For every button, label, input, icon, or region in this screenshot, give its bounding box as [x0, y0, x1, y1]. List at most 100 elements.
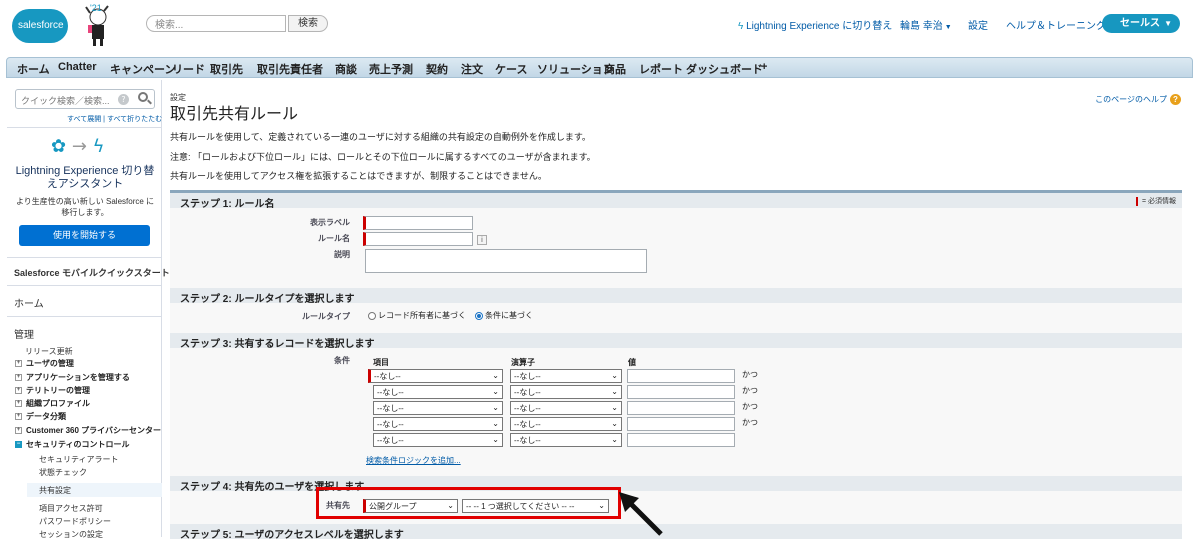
expand-collapse-links[interactable]: すべて展開 | すべて折りたたむ	[67, 114, 162, 124]
search-icon[interactable]	[138, 92, 148, 102]
criteria-value-input[interactable]	[627, 433, 735, 447]
rule-type-criteria-radio[interactable]: 条件に基づく	[475, 310, 533, 321]
salesforce-logo[interactable]: salesforce '21	[12, 3, 112, 47]
sidebar-home-link[interactable]: ホーム	[14, 295, 44, 310]
sidebar-sub-session-settings[interactable]: セッションの設定	[39, 529, 103, 540]
tab-contracts[interactable]: 契約	[426, 61, 448, 77]
lightning-switch-label: Lightning Experience に切り替え	[746, 21, 893, 32]
tab-bar: ホーム Chatter キャンペーン リード 取引先 取引先責任者 商談 売上予…	[6, 57, 1193, 78]
rule-name-input[interactable]	[363, 232, 473, 246]
release-update-link[interactable]: リリース更新	[25, 346, 73, 357]
app-menu-button[interactable]: セールス ▼	[1102, 14, 1180, 33]
step1-header: ステップ 1: ルール名 = 必須情報	[170, 193, 1182, 210]
info-icon[interactable]: i	[477, 235, 487, 245]
tab-leads[interactable]: リード	[172, 61, 205, 77]
tab-contacts[interactable]: 取引先責任者	[257, 61, 323, 77]
sidebar-item-users[interactable]: + ユーザの管理	[15, 358, 74, 369]
criteria-field-select[interactable]: --なし-- ⌄	[368, 369, 503, 383]
help-training-link[interactable]: ヘルプ＆トレーニング	[1006, 17, 1106, 32]
user-menu[interactable]: 輪島 幸治 ▼	[900, 17, 952, 32]
sidebar-sub-password-policies[interactable]: パスワードポリシー	[39, 516, 111, 527]
description-label: 説明	[334, 250, 350, 259]
and-label: かつ	[742, 418, 758, 427]
sidebar-item-data-classification[interactable]: + データ分類	[15, 411, 66, 422]
required-legend-text: = 必須情報	[1141, 198, 1176, 205]
criteria-operator-select[interactable]: --なし-- ⌄	[510, 433, 622, 447]
criteria-value-input[interactable]	[627, 369, 735, 383]
collapse-icon: −	[15, 441, 22, 449]
criteria-label: 条件	[334, 356, 350, 365]
criteria-operator-select[interactable]: --なし-- ⌄	[510, 385, 622, 399]
divider	[7, 285, 162, 286]
divider	[7, 316, 162, 317]
select-value: --なし--	[377, 420, 404, 429]
sidebar-sub-sharing-settings[interactable]: 共有設定	[39, 485, 71, 496]
sidebar-sub-health-check[interactable]: 状態チェック	[39, 467, 87, 478]
setup-link[interactable]: 設定	[968, 17, 988, 32]
search-button[interactable]: 検索	[288, 15, 328, 32]
rule-type-owner-radio[interactable]: レコード所有者に基づく	[368, 310, 466, 321]
sidebar-item-label: セキュリティのコントロール	[26, 440, 130, 449]
description-line: 共有ルールを使用して、定義されている一連のユーザに対する組織の共有設定の自動例外…	[170, 132, 591, 142]
divider	[7, 127, 162, 128]
chevron-down-icon: ▼	[1164, 19, 1172, 28]
get-started-button[interactable]: 使用を開始する	[19, 225, 150, 246]
lightning-switch-link[interactable]: ϟ Lightning Experience に切り替え	[738, 17, 892, 32]
tab-reports[interactable]: レポート	[639, 61, 683, 77]
sidebar-sub-security-alerts[interactable]: セキュリティアラート	[39, 454, 119, 465]
user-name: 輪島 幸治	[900, 21, 943, 32]
criteria-field-select[interactable]: --なし-- ⌄	[373, 433, 503, 447]
tab-orders[interactable]: 注文	[461, 61, 483, 77]
sidebar-item-org-profile[interactable]: + 組織プロファイル	[15, 398, 90, 409]
operator-column-header: 演算子	[511, 358, 535, 367]
main-content: 設定 取引先共有ルール このページのヘルプ? 共有ルールを使用して、定義されてい…	[168, 80, 1193, 541]
radio-icon	[368, 311, 376, 320]
step2-header: ステップ 2: ルールタイプを選択します	[170, 288, 1182, 305]
mobile-quickstart-link[interactable]: Salesforce モバイルクイックスタート	[14, 266, 170, 279]
criteria-operator-select[interactable]: --なし-- ⌄	[510, 369, 622, 383]
sidebar-item-privacy-center[interactable]: + Customer 360 プライバシーセンター	[15, 425, 161, 436]
required-legend: = 必須情報	[1135, 196, 1176, 206]
help-icon[interactable]: ?	[118, 94, 129, 105]
chevron-down-icon: ⌄	[492, 371, 499, 380]
sidebar-sub-field-accessibility[interactable]: 項目アクセス許可	[39, 503, 103, 514]
add-filter-logic-link[interactable]: 検索条件ロジックを追加...	[366, 455, 461, 466]
tab-opportunities[interactable]: 商談	[335, 61, 357, 77]
sidebar-item-label: 組織プロファイル	[26, 399, 90, 408]
tab-add-icon[interactable]: +	[761, 61, 767, 73]
criteria-value-input[interactable]	[627, 417, 735, 431]
tab-cases[interactable]: ケース	[495, 61, 527, 77]
sidebar-item-security-controls[interactable]: − セキュリティのコントロール	[15, 439, 130, 450]
criteria-operator-select[interactable]: --なし-- ⌄	[510, 401, 622, 415]
select-value: --なし--	[377, 436, 404, 445]
page-help-link[interactable]: このページのヘルプ?	[1095, 94, 1181, 105]
search-input[interactable]: 検索...	[146, 15, 286, 32]
expand-icon: +	[15, 360, 22, 368]
step-title: ステップ 1: ルール名	[180, 199, 275, 210]
sidebar-item-apps[interactable]: + アプリケーションを管理する	[15, 372, 130, 383]
display-label-input[interactable]	[363, 216, 473, 230]
tab-home[interactable]: ホーム	[17, 61, 50, 77]
tab-forecasts[interactable]: 売上予測	[369, 61, 413, 77]
tab-dashboards[interactable]: ダッシュボード	[686, 61, 763, 77]
sidebar-item-territories[interactable]: + テリトリーの管理	[15, 385, 90, 396]
rule-type-label: ルールタイプ	[302, 312, 350, 321]
tab-accounts[interactable]: 取引先	[210, 61, 243, 77]
criteria-field-select[interactable]: --なし-- ⌄	[373, 401, 503, 415]
tab-chatter[interactable]: Chatter	[58, 61, 97, 73]
criteria-value-input[interactable]	[627, 385, 735, 399]
criteria-value-input[interactable]	[627, 401, 735, 415]
sidebar-item-label: データ分類	[26, 412, 66, 421]
logo-year: '21	[90, 3, 102, 13]
lightning-migration-icon: ✿ → ϟ	[51, 136, 105, 157]
tab-products[interactable]: 商品	[604, 61, 626, 77]
criteria-field-select[interactable]: --なし-- ⌄	[373, 417, 503, 431]
step3-header: ステップ 3: 共有するレコードを選択します	[170, 333, 1182, 350]
tab-campaigns[interactable]: キャンペーン	[110, 61, 175, 77]
radio-label: 条件に基づく	[485, 311, 533, 320]
tab-solutions[interactable]: ソリューション	[537, 61, 614, 77]
criteria-field-select[interactable]: --なし-- ⌄	[373, 385, 503, 399]
quick-search-input[interactable]: クイック検索／検索...	[15, 89, 155, 109]
description-textarea[interactable]	[365, 249, 647, 273]
criteria-operator-select[interactable]: --なし-- ⌄	[510, 417, 622, 431]
